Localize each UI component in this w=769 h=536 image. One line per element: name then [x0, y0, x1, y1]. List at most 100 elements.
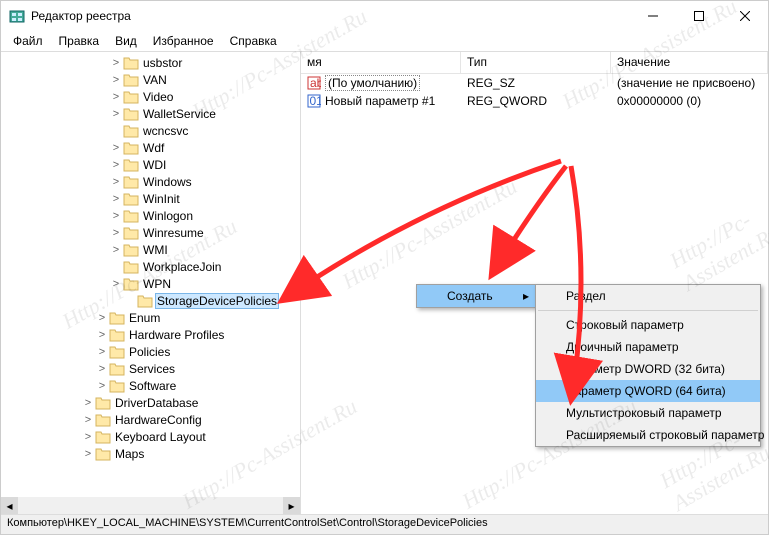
ctx-new-qword[interactable]: Параметр QWORD (64 бита): [536, 380, 760, 402]
value-name: Новый параметр #1: [325, 94, 435, 108]
ctx-new-string[interactable]: Строковый параметр: [536, 314, 760, 336]
tree-item[interactable]: >WDI: [1, 156, 300, 173]
menu-edit[interactable]: Правка: [51, 32, 108, 50]
window-title: Редактор реестра: [31, 9, 630, 23]
tree-item[interactable]: > DriverDatabase: [1, 394, 300, 411]
value-type: REG_QWORD: [461, 93, 611, 109]
menu-file[interactable]: Файл: [5, 32, 51, 50]
tree-item[interactable]: StorageDevicePolicies: [1, 292, 300, 309]
tree-item[interactable]: > Wdf: [1, 139, 300, 156]
expander-icon[interactable]: >: [109, 278, 123, 290]
scroll-track[interactable]: [18, 497, 283, 514]
tree-item[interactable]: > WPN: [1, 275, 300, 292]
tree-item[interactable]: >Video: [1, 88, 300, 105]
scroll-left-icon[interactable]: ◂: [1, 497, 18, 514]
col-type[interactable]: Тип: [461, 52, 611, 73]
col-value[interactable]: Значение: [611, 52, 768, 73]
tree-label: Winlogon: [141, 209, 195, 223]
titlebar: Редактор реестра: [1, 1, 768, 31]
tree-label: VAN: [141, 73, 169, 87]
expander-icon[interactable]: >: [109, 142, 123, 154]
expander-icon[interactable]: >: [109, 210, 123, 222]
tree-item[interactable]: > HardwareConfig: [1, 411, 300, 428]
tree-item[interactable]: >Windows: [1, 173, 300, 190]
expander-icon[interactable]: >: [95, 346, 109, 358]
ctx-new-binary[interactable]: Двоичный параметр: [536, 336, 760, 358]
tree-label: WPN: [141, 277, 173, 291]
tree-label: Hardware Profiles: [127, 328, 226, 342]
tree-label: HardwareConfig: [113, 413, 204, 427]
tree-item[interactable]: WorkplaceJoin: [1, 258, 300, 275]
expander-icon[interactable]: >: [81, 414, 95, 426]
expander-icon[interactable]: >: [109, 57, 123, 69]
expander-icon[interactable]: >: [95, 312, 109, 324]
menubar: Файл Правка Вид Избранное Справка: [1, 31, 768, 51]
ctx-separator: [538, 310, 758, 311]
tree-label: usbstor: [141, 56, 184, 70]
close-button[interactable]: [722, 1, 768, 31]
ctx-new-expand[interactable]: Расширяемый строковый параметр: [536, 424, 760, 446]
maximize-button[interactable]: [676, 1, 722, 31]
tree-item[interactable]: > VAN: [1, 71, 300, 88]
expander-icon[interactable]: >: [81, 397, 95, 409]
expander-icon[interactable]: >: [109, 159, 123, 171]
tree-label: WalletService: [141, 107, 218, 121]
minimize-button[interactable]: [630, 1, 676, 31]
value-data: (значение не присвоено): [611, 75, 768, 91]
tree-item[interactable]: > Software: [1, 377, 300, 394]
tree-item[interactable]: > Enum: [1, 309, 300, 326]
tree-item[interactable]: > Winresume: [1, 224, 300, 241]
tree-hscroll[interactable]: ◂ ▸: [1, 497, 300, 514]
expander-icon[interactable]: >: [95, 380, 109, 392]
context-menu-create: Создать ▸: [416, 284, 536, 308]
expander-icon[interactable]: >: [109, 176, 123, 188]
registry-tree[interactable]: >usbstor>VAN>Video>WalletServicewcncsvc>…: [1, 52, 300, 497]
tree-item[interactable]: >Maps: [1, 445, 300, 462]
tree-label: WinInit: [141, 192, 182, 206]
expander-icon[interactable]: >: [95, 329, 109, 341]
expander-icon[interactable]: >: [95, 363, 109, 375]
expander-icon[interactable]: >: [109, 193, 123, 205]
tree-item[interactable]: >WMI: [1, 241, 300, 258]
col-name[interactable]: мя: [301, 52, 461, 73]
tree-item[interactable]: > WalletService: [1, 105, 300, 122]
menu-favorites[interactable]: Избранное: [145, 32, 222, 50]
tree-label: DriverDatabase: [113, 396, 200, 410]
menu-help[interactable]: Справка: [222, 32, 285, 50]
ctx-new-multi[interactable]: Мультистроковый параметр: [536, 402, 760, 424]
tree-label: Software: [127, 379, 178, 393]
expander-icon[interactable]: >: [81, 431, 95, 443]
tree-item[interactable]: > usbstor: [1, 54, 300, 71]
tree-item[interactable]: >Keyboard Layout: [1, 428, 300, 445]
tree-label: Enum: [127, 311, 162, 325]
statusbar: Компьютер\HKEY_LOCAL_MACHINE\SYSTEM\Curr…: [1, 514, 768, 534]
svg-text:011: 011: [310, 94, 322, 108]
tree-label: Wdf: [141, 141, 166, 155]
list-row[interactable]: ab(По умолчанию)REG_SZ(значение не присв…: [301, 74, 768, 92]
list-row[interactable]: 011Новый параметр #1REG_QWORD0x00000000 …: [301, 92, 768, 110]
expander-icon[interactable]: >: [109, 91, 123, 103]
scroll-right-icon[interactable]: ▸: [283, 497, 300, 514]
tree-item[interactable]: > Policies: [1, 343, 300, 360]
tree-label: Policies: [127, 345, 172, 359]
value-type: REG_SZ: [461, 75, 611, 91]
menu-view[interactable]: Вид: [107, 32, 145, 50]
expander-icon[interactable]: >: [81, 448, 95, 460]
expander-icon[interactable]: >: [109, 74, 123, 86]
tree-label: Winresume: [141, 226, 206, 240]
context-submenu: Раздел Строковый параметр Двоичный парам…: [535, 284, 761, 447]
expander-icon[interactable]: >: [109, 227, 123, 239]
expander-icon[interactable]: >: [109, 108, 123, 120]
tree-item[interactable]: > Winlogon: [1, 207, 300, 224]
tree-item[interactable]: > WinInit: [1, 190, 300, 207]
tree-label: WorkplaceJoin: [141, 260, 223, 274]
ctx-new-key[interactable]: Раздел: [536, 285, 760, 307]
tree-item[interactable]: > Hardware Profiles: [1, 326, 300, 343]
value-list[interactable]: ab(По умолчанию)REG_SZ(значение не присв…: [301, 74, 768, 110]
expander-icon[interactable]: >: [109, 244, 123, 256]
ctx-new-dword[interactable]: Параметр DWORD (32 бита): [536, 358, 760, 380]
tree-item[interactable]: >Services: [1, 360, 300, 377]
tree-item[interactable]: wcncsvc: [1, 122, 300, 139]
ctx-create[interactable]: Создать ▸: [417, 285, 535, 307]
tree-pane: >usbstor>VAN>Video>WalletServicewcncsvc>…: [1, 52, 301, 514]
